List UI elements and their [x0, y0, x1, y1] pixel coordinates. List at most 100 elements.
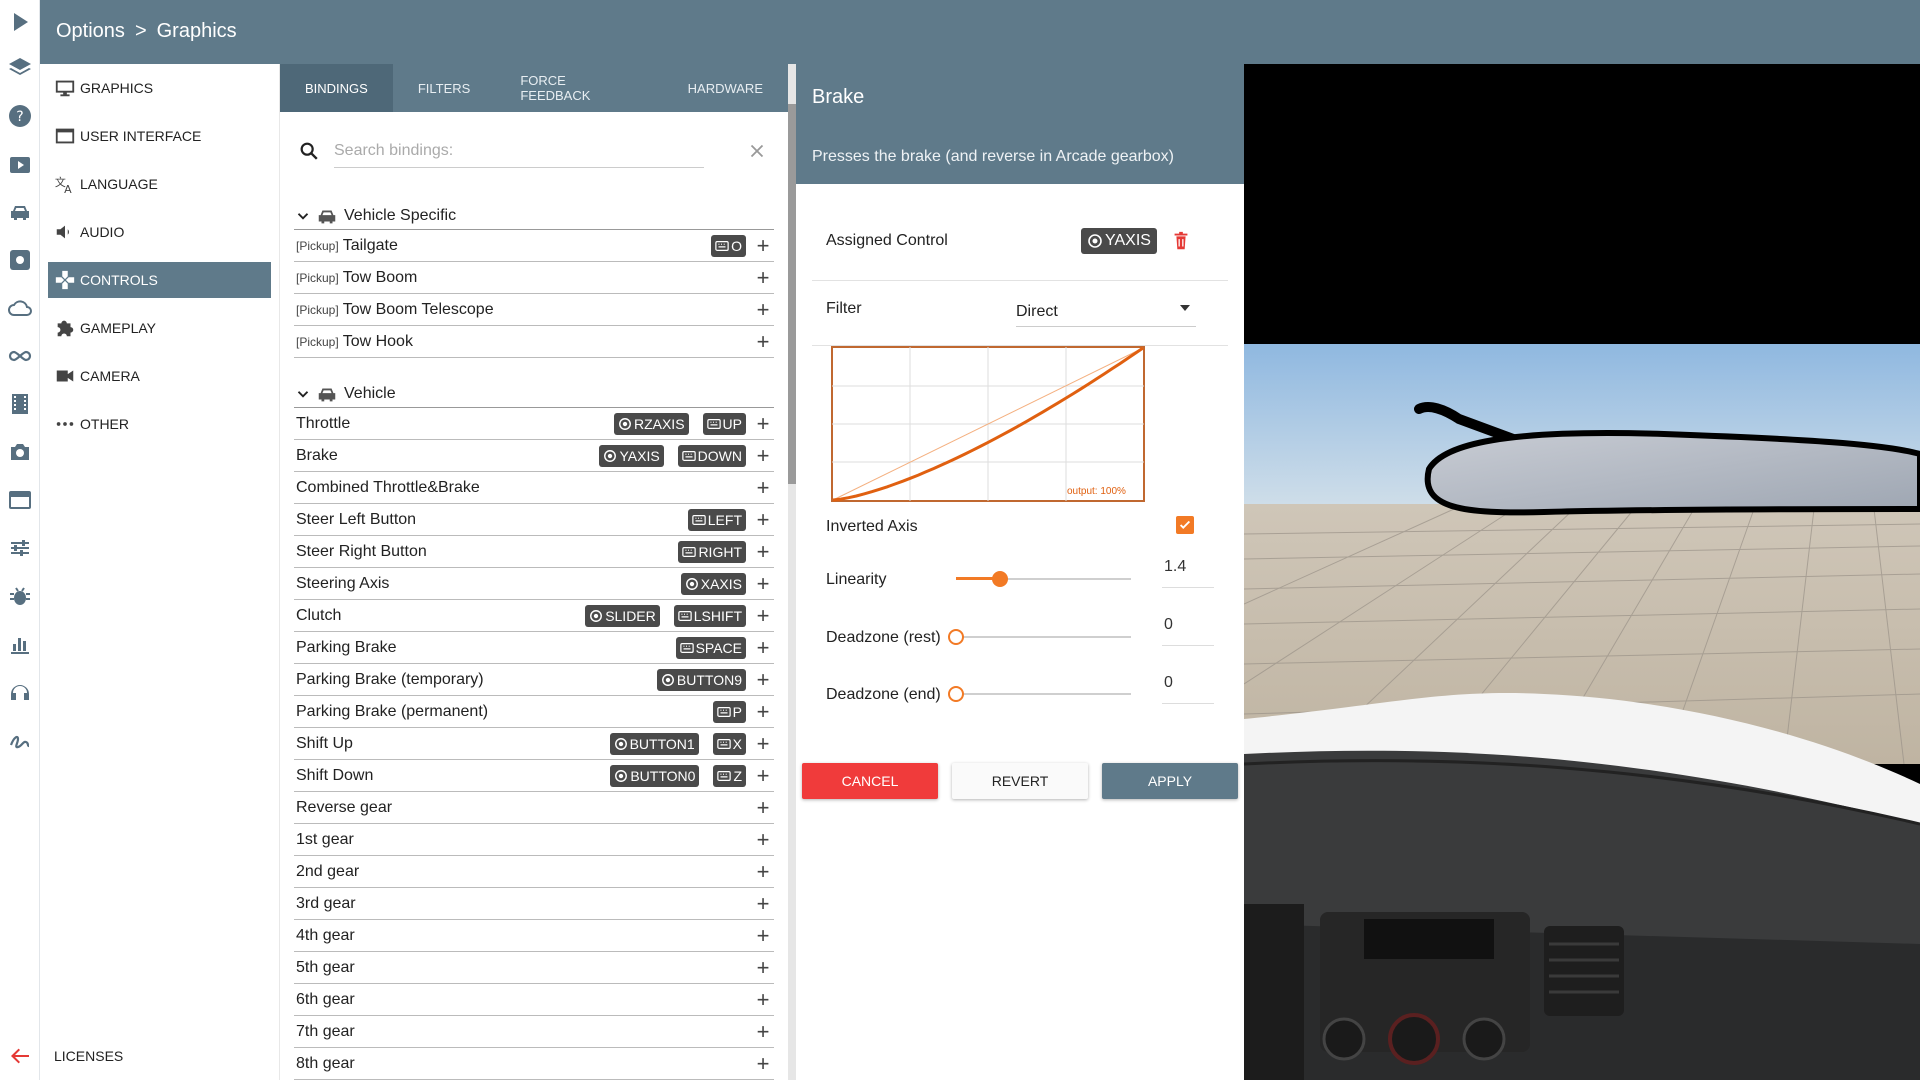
stats-icon[interactable]	[7, 631, 33, 657]
binding-row[interactable]: Shift Up BUTTON1 X +	[294, 728, 774, 760]
dashboard-icon[interactable]	[7, 487, 33, 513]
delete-binding-icon[interactable]	[1170, 230, 1192, 252]
bindings-scrollbar[interactable]	[788, 64, 796, 1080]
layers-icon[interactable]	[7, 55, 33, 81]
binding-row[interactable]: 5th gear +	[294, 952, 774, 984]
binding-chip[interactable]: BUTTON1	[609, 732, 699, 755]
binding-row[interactable]: 2nd gear +	[294, 856, 774, 888]
tab-hardware[interactable]: HARDWARE	[663, 64, 788, 112]
deadzone-rest-slider[interactable]	[948, 627, 1131, 647]
infinity-icon[interactable]	[7, 343, 33, 369]
binding-chip[interactable]: BUTTON0	[610, 764, 700, 787]
linearity-value[interactable]: 1.4	[1162, 558, 1214, 588]
revert-button[interactable]: REVERT	[952, 763, 1088, 799]
add-binding-icon[interactable]: +	[752, 412, 774, 435]
add-binding-icon[interactable]: +	[752, 266, 774, 289]
add-binding-icon[interactable]: +	[752, 298, 774, 321]
binding-chip[interactable]: DOWN	[677, 444, 746, 467]
add-binding-icon[interactable]: +	[752, 1052, 774, 1075]
vehicle-icon[interactable]	[7, 199, 33, 225]
binding-row[interactable]: Steer Right Button RIGHT +	[294, 536, 774, 568]
signature-icon[interactable]	[7, 727, 33, 753]
assigned-control-chip[interactable]: YAXIS	[1081, 228, 1157, 254]
binding-chip[interactable]: P	[712, 700, 746, 723]
filter-select[interactable]: Direct	[1016, 297, 1196, 327]
camera-icon[interactable]	[7, 439, 33, 465]
add-binding-icon[interactable]: +	[752, 604, 774, 627]
binding-row[interactable]: [Pickup] Tow Boom Telescope +	[294, 294, 774, 326]
binding-row[interactable]: Parking Brake (temporary) BUTTON9 +	[294, 664, 774, 696]
deadzone-end-value[interactable]: 0	[1162, 674, 1214, 704]
inverted-axis-checkbox[interactable]	[1176, 516, 1194, 534]
category-controls[interactable]: CONTROLS	[48, 262, 271, 298]
binding-row[interactable]: Steering Axis XAXIS +	[294, 568, 774, 600]
binding-row[interactable]: [Pickup] Tailgate O +	[294, 230, 774, 262]
tab-bindings[interactable]: BINDINGS	[280, 64, 393, 112]
binding-chip[interactable]: YAXIS	[599, 444, 664, 467]
group-header[interactable]: Vehicle Specific	[294, 202, 774, 230]
linearity-slider[interactable]	[956, 569, 1131, 589]
play-icon[interactable]	[7, 9, 33, 35]
category-camera[interactable]: CAMERA	[48, 358, 271, 394]
binding-chip[interactable]: RIGHT	[678, 540, 746, 563]
binding-chip[interactable]: RZAXIS	[613, 412, 689, 435]
binding-row[interactable]: 8th gear +	[294, 1048, 774, 1080]
add-binding-icon[interactable]: +	[752, 508, 774, 531]
category-gameplay[interactable]: GAMEPLAY	[48, 310, 271, 346]
deadzone-end-slider[interactable]	[948, 684, 1131, 704]
add-binding-icon[interactable]: +	[752, 860, 774, 883]
add-binding-icon[interactable]: +	[752, 636, 774, 659]
slider-handle[interactable]	[948, 629, 964, 645]
add-binding-icon[interactable]: +	[752, 892, 774, 915]
binding-row[interactable]: 6th gear +	[294, 984, 774, 1016]
back-arrow-icon[interactable]	[7, 1043, 33, 1069]
add-binding-icon[interactable]: +	[752, 828, 774, 851]
binding-chip[interactable]: LEFT	[687, 508, 746, 531]
binding-chip[interactable]: X	[712, 732, 746, 755]
binding-chip[interactable]: UP	[702, 412, 746, 435]
add-binding-icon[interactable]: +	[752, 1020, 774, 1043]
binding-row[interactable]: [Pickup] Tow Hook +	[294, 326, 774, 358]
tab-force-feedback[interactable]: FORCE FEEDBACK	[495, 64, 662, 112]
category-user-interface[interactable]: USER INTERFACE	[48, 118, 271, 154]
clear-search-icon[interactable]	[746, 140, 768, 162]
slider-handle[interactable]	[991, 571, 1008, 587]
group-header[interactable]: Vehicle	[294, 380, 774, 408]
add-binding-icon[interactable]: +	[752, 796, 774, 819]
add-binding-icon[interactable]: +	[752, 476, 774, 499]
headphones-icon[interactable]	[7, 679, 33, 705]
add-binding-icon[interactable]: +	[752, 988, 774, 1011]
binding-chip[interactable]: Z	[713, 764, 746, 787]
binding-row[interactable]: Brake YAXIS DOWN +	[294, 440, 774, 472]
add-binding-icon[interactable]: +	[752, 732, 774, 755]
add-binding-icon[interactable]: +	[752, 924, 774, 947]
bug-icon[interactable]	[7, 583, 33, 609]
breadcrumb-root[interactable]: Options	[56, 20, 125, 43]
category-other[interactable]: OTHER	[48, 406, 271, 442]
add-binding-icon[interactable]: +	[752, 540, 774, 563]
add-binding-icon[interactable]: +	[752, 234, 774, 257]
add-binding-icon[interactable]: +	[752, 572, 774, 595]
binding-row[interactable]: Shift Down BUTTON0 Z +	[294, 760, 774, 792]
binding-row[interactable]: Clutch SLIDER LSHIFT +	[294, 600, 774, 632]
binding-row[interactable]: [Pickup] Tow Boom +	[294, 262, 774, 294]
settings-icon[interactable]	[7, 247, 33, 273]
binding-row[interactable]: 3rd gear +	[294, 888, 774, 920]
tab-filters[interactable]: FILTERS	[393, 64, 496, 112]
binding-row[interactable]: 1st gear +	[294, 824, 774, 856]
binding-chip[interactable]: XAXIS	[680, 572, 746, 595]
licenses-link[interactable]: LICENSES	[54, 1048, 123, 1064]
help-icon[interactable]: ?	[7, 103, 33, 129]
add-binding-icon[interactable]: +	[752, 956, 774, 979]
binding-row[interactable]: Reverse gear +	[294, 792, 774, 824]
binding-row[interactable]: Throttle RZAXIS UP +	[294, 408, 774, 440]
binding-chip[interactable]: O	[711, 234, 746, 257]
film-icon[interactable]	[7, 391, 33, 417]
add-binding-icon[interactable]: +	[752, 444, 774, 467]
slider-handle[interactable]	[948, 686, 964, 702]
sliders-icon[interactable]	[7, 535, 33, 561]
add-binding-icon[interactable]: +	[752, 668, 774, 691]
category-language[interactable]: 文A LANGUAGE	[48, 166, 271, 202]
add-binding-icon[interactable]: +	[752, 700, 774, 723]
binding-row[interactable]: Steer Left Button LEFT +	[294, 504, 774, 536]
